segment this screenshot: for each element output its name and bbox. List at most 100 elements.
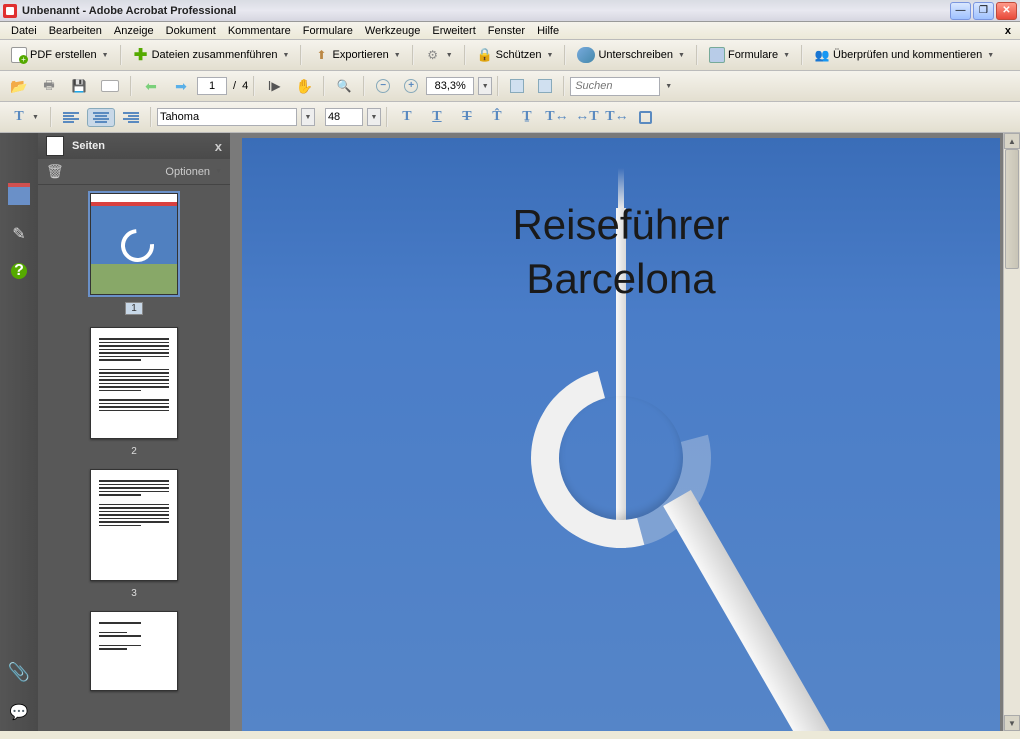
text-super-button[interactable]: T̂ [483,105,511,129]
pages-header-icon [46,136,64,156]
menu-dokument[interactable]: Dokument [160,23,222,39]
save-button[interactable]: 💾 [65,74,93,98]
hand-tool-button[interactable]: ✋ [290,74,318,98]
pages-options-button[interactable]: Optionen ▼ [165,166,222,178]
review-button[interactable]: 👥 Überprüfen und kommentieren ▼ [808,43,1000,67]
document-page[interactable]: Reiseführer Barcelona [242,138,1000,731]
font-size-select[interactable] [325,108,363,126]
document-view[interactable]: Reiseführer Barcelona ▲ ▼ [230,133,1020,731]
minimize-button[interactable]: — [950,2,971,20]
print-button[interactable]: 🖶 [35,74,63,98]
signatures-nav-icon[interactable]: ✎ [8,223,30,245]
delete-page-button[interactable]: 🗑 [46,163,64,180]
align-left-button[interactable] [57,108,85,127]
arrow-right-icon: ➡ [173,78,189,94]
separator [300,45,302,65]
email-button[interactable] [95,76,125,96]
scroll-down-button[interactable]: ▼ [1004,715,1020,731]
size-dropdown-icon[interactable]: ▼ [367,108,381,126]
thumb-label-2: 2 [125,446,143,457]
fit-page-icon [510,79,524,93]
text-strike-button[interactable]: T [453,105,481,129]
text-color-button[interactable]: T [393,105,421,129]
spacing2-icon: T↔ [609,109,625,125]
page-thumbnail-4[interactable] [90,611,178,691]
separator [50,107,52,127]
gear-button[interactable]: ⚙▼ [419,43,459,67]
pages-nav-icon[interactable] [8,183,30,205]
text-frame-button[interactable] [633,107,658,128]
scroll-up-button[interactable]: ▲ [1004,133,1020,149]
text-underline-button[interactable]: T [423,105,451,129]
toolbar-typewriter: T▼ ▼ ▼ T T T T̂ Ṯ T↔ ↔T T↔ [0,102,1020,133]
menu-fenster[interactable]: Fenster [482,23,531,39]
zoom-dropdown-icon[interactable]: ▼ [478,77,492,95]
menu-anzeige[interactable]: Anzeige [108,23,160,39]
scrollbar-thumb[interactable] [1005,149,1019,269]
close-button[interactable]: ✕ [996,2,1017,20]
vertical-scrollbar[interactable]: ▲ ▼ [1003,133,1020,731]
workspace: ✎ ? 📎 💬 Seiten x 🗑 Optionen ▼ 1 2 [0,133,1020,731]
page-thumbnail-1[interactable] [90,193,178,295]
lock-icon: 🔒 [477,47,493,63]
text-scale-button[interactable]: T↔ [543,105,571,129]
menu-bearbeiten[interactable]: Bearbeiten [43,23,108,39]
align-center-button[interactable] [87,108,115,127]
separator [564,45,566,65]
pages-panel-toolbar: 🗑 Optionen ▼ [38,159,230,185]
window-title: Unbenannt - Adobe Acrobat Professional [22,5,950,17]
next-page-button[interactable]: ➡ [167,74,195,98]
page-thumbnails[interactable]: 1 2 3 [38,185,230,731]
attachments-nav-icon[interactable]: 📎 [8,661,30,683]
separator [130,76,132,96]
zoom-out-button[interactable]: − [370,75,396,97]
menu-werkzeuge[interactable]: Werkzeuge [359,23,426,39]
menu-erweitert[interactable]: Erweitert [426,23,481,39]
align-center-icon [93,112,109,123]
pages-panel: Seiten x 🗑 Optionen ▼ 1 2 3 [38,133,230,731]
font-select[interactable] [157,108,297,126]
dropdown-icon: ▼ [32,114,39,121]
pages-panel-close-button[interactable]: x [215,139,222,154]
comments-nav-icon[interactable]: 💬 [8,701,30,723]
close-document-button[interactable]: x [1001,25,1015,37]
fit-page-button[interactable] [504,75,530,97]
document-title-text: Reiseführer Barcelona [512,198,729,306]
separator [323,76,325,96]
typewriter-tool-button[interactable]: T▼ [5,105,45,129]
help-nav-icon[interactable]: ? [11,263,27,279]
select-tool-button[interactable]: Ⅰ▶ [260,74,288,98]
align-right-button[interactable] [117,108,145,127]
menu-datei[interactable]: Datei [5,23,43,39]
review-label: Überprüfen und kommentieren [833,49,982,61]
pages-panel-title: Seiten [72,140,105,152]
page-thumbnail-3[interactable] [90,469,178,581]
fit-width-icon [538,79,552,93]
prev-page-button[interactable]: ⬅ [137,74,165,98]
search-input[interactable] [570,77,660,96]
search-dropdown-icon[interactable]: ▼ [665,83,672,90]
text-spacing-button[interactable]: ↔T [573,105,601,129]
zoom-input[interactable] [426,77,474,95]
fit-width-button[interactable] [532,75,558,97]
font-dropdown-icon[interactable]: ▼ [301,108,315,126]
page-thumbnail-2[interactable] [90,327,178,439]
open-button[interactable]: 📂 [5,74,33,98]
merge-files-button[interactable]: ✚ Dateien zusammenführen ▼ [127,43,296,67]
text-spacing2-button[interactable]: T↔ [603,105,631,129]
create-pdf-button[interactable]: PDF erstellen ▼ [5,43,115,67]
export-button[interactable]: ⬆ Exportieren ▼ [307,43,406,67]
maximize-button[interactable]: ❐ [973,2,994,20]
menu-formulare[interactable]: Formulare [297,23,359,39]
pages-panel-header: Seiten x [38,133,230,159]
text-sub-button[interactable]: Ṯ [513,105,541,129]
secure-button[interactable]: 🔒 Schützen ▼ [471,43,560,67]
mail-icon [101,80,119,92]
menu-kommentare[interactable]: Kommentare [222,23,297,39]
marquee-zoom-button[interactable]: 🔍 [330,74,358,98]
sign-button[interactable]: Unterschreiben ▼ [571,43,691,67]
forms-button[interactable]: Formulare ▼ [703,43,796,67]
menu-hilfe[interactable]: Hilfe [531,23,565,39]
page-number-input[interactable] [197,77,227,95]
zoom-in-button[interactable]: + [398,75,424,97]
